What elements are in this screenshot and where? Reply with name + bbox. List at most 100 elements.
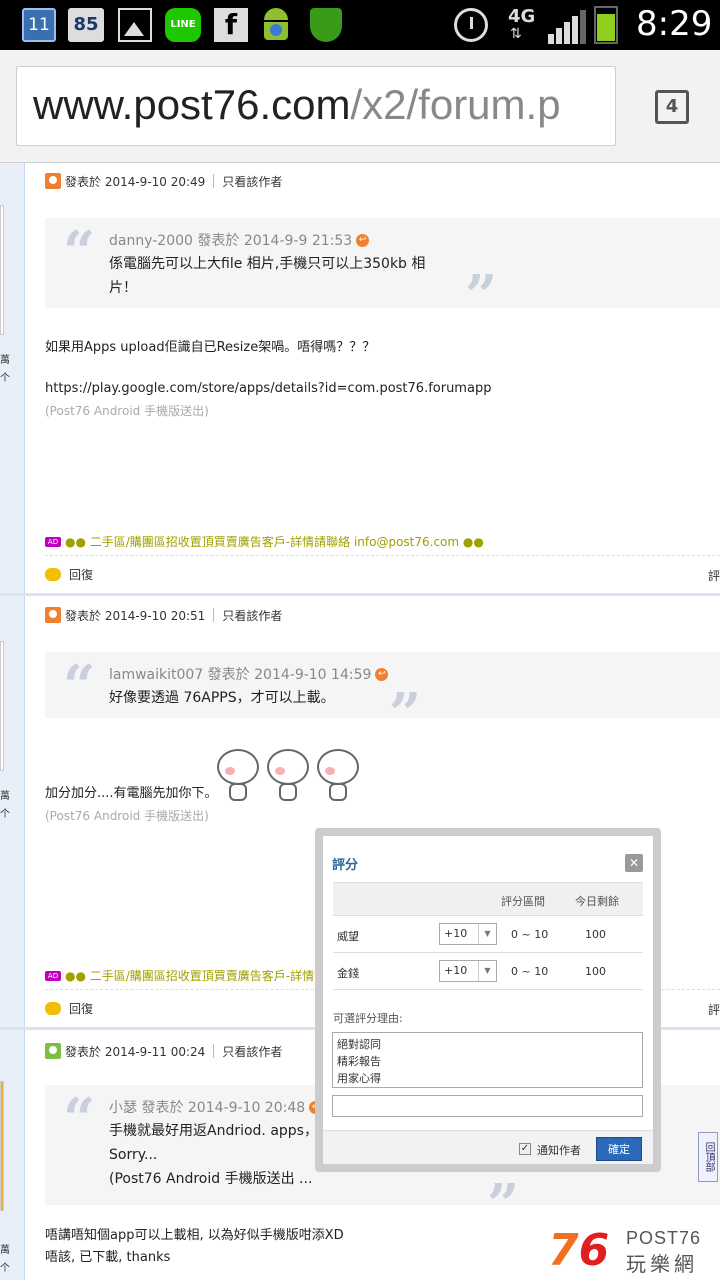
rating-range: 0 ~ 10 bbox=[511, 965, 549, 978]
range-column-header: 評分區間 bbox=[501, 895, 545, 908]
status-bar: 11 85 LINE f 4G ⇅ 8:29 bbox=[0, 0, 720, 50]
rating-row-money: 金錢 +10 ▼ 0 ~ 10 100 bbox=[333, 953, 643, 990]
open-quote-icon: “ bbox=[63, 219, 96, 285]
reason-list[interactable]: 絕對認同 精彩報告 用家心得 bbox=[332, 1032, 643, 1088]
reply-icon bbox=[45, 1002, 61, 1015]
notify-author-checkbox[interactable]: ✓ bbox=[519, 1143, 531, 1155]
dialog-title: 評分 bbox=[332, 858, 359, 873]
android-update-icon bbox=[260, 8, 292, 42]
emoji-sticker bbox=[315, 749, 363, 801]
emoji-sticker bbox=[215, 749, 263, 801]
gallery-notification-icon bbox=[118, 8, 152, 42]
avatar bbox=[0, 641, 4, 771]
calendar-notification-icon: 11 bbox=[22, 8, 56, 42]
user-icon bbox=[45, 173, 61, 189]
rate-button[interactable]: 評 bbox=[708, 1001, 720, 1018]
ad-banner[interactable]: AD ●● 二手區/購團區招收置頂買賣廣告客戶-詳情請聯絡 info@post76… bbox=[45, 533, 484, 550]
sent-from: (Post76 Android 手機版送出) bbox=[45, 809, 209, 823]
remaining-column-header: 今日剩餘 bbox=[575, 895, 619, 908]
chevron-down-icon: ▼ bbox=[478, 924, 496, 944]
battery-icon bbox=[594, 6, 618, 44]
post: 發表於 2014-9-10 20:49 只看該作者 “ danny-2000 發… bbox=[25, 163, 720, 593]
post-time: 發表於 2014-9-11 00:24 bbox=[65, 1044, 206, 1059]
data-arrows-icon: ⇅ bbox=[510, 26, 522, 42]
clock-time: 8:29 bbox=[636, 4, 713, 44]
user-meta: 萬 bbox=[0, 791, 10, 802]
quote-text: 手機就最好用返Andriod. apps，iF bbox=[109, 1123, 330, 1139]
quote-author: danny-2000 發表於 2014-9-9 21:53 ↩ bbox=[109, 230, 370, 250]
avatar bbox=[0, 1081, 4, 1211]
post-text: 加分加分....有電腦先加你下。 bbox=[45, 786, 218, 801]
post-text: 唔講唔知個app可以上載相, 以為好似手機版咁添XD bbox=[45, 1228, 344, 1243]
rating-remaining: 100 bbox=[585, 965, 606, 978]
close-quote-icon: ” bbox=[487, 1172, 520, 1238]
quote-text: 好像要透過 76APPS，才可以上載。 bbox=[109, 690, 335, 706]
confirm-button[interactable]: 確定 bbox=[596, 1137, 642, 1161]
jump-to-quote-icon[interactable]: ↩ bbox=[375, 667, 389, 681]
close-icon[interactable]: ✕ bbox=[625, 854, 643, 872]
quote-block: “ danny-2000 發表於 2014-9-9 21:53 ↩ 係電腦先可以上… bbox=[45, 218, 720, 324]
sent-from: (Post76 Android 手機版送出) bbox=[45, 404, 209, 418]
ad-icon: AD bbox=[45, 536, 61, 547]
user-meta: 个 bbox=[0, 373, 10, 384]
post-header: 發表於 2014-9-11 00:24 只看該作者 bbox=[45, 1041, 282, 1061]
user-icon bbox=[45, 607, 61, 623]
back-to-top-button[interactable]: 回頂部 bbox=[698, 1132, 718, 1182]
only-author-link[interactable]: 只看該作者 bbox=[222, 607, 282, 624]
rating-dialog-panel: 評分 ✕ 評分區間 今日剩餘 威望 +10 ▼ 0 ~ 10 100 金錢 +10… bbox=[323, 836, 653, 1164]
reason-option[interactable]: 絕對認同 bbox=[337, 1036, 638, 1053]
quote-text: 係電腦先可以上大file 相片,手機只可以上350kb 相 bbox=[109, 256, 426, 272]
open-quote-icon: “ bbox=[63, 653, 96, 719]
reason-label: 可選評分理由: bbox=[333, 1012, 403, 1025]
logo-chinese-text: 玩樂網 bbox=[626, 1252, 698, 1276]
rate-button[interactable]: 評 bbox=[708, 567, 720, 584]
jump-to-quote-icon[interactable]: ↩ bbox=[356, 233, 370, 247]
tabs-button[interactable]: 4 bbox=[655, 90, 689, 124]
close-quote-icon: ” bbox=[389, 681, 422, 747]
only-author-link[interactable]: 只看該作者 bbox=[222, 173, 282, 190]
post-header: 發表於 2014-9-10 20:49 只看該作者 bbox=[45, 171, 282, 191]
quote-author: lamwaikit007 發表於 2014-9-10 14:59 ↩ bbox=[109, 664, 389, 684]
rating-table-header: 評分區間 今日剩餘 bbox=[333, 882, 643, 916]
reason-option[interactable]: 用家心得 bbox=[337, 1070, 638, 1087]
post-time: 發表於 2014-9-10 20:51 bbox=[65, 608, 206, 623]
rating-remaining: 100 bbox=[585, 928, 606, 941]
rating-row-prestige: 威望 +10 ▼ 0 ~ 10 100 bbox=[333, 916, 643, 953]
quote-text: (Post76 Android 手機版送出 ... bbox=[109, 1171, 313, 1187]
reason-input[interactable] bbox=[332, 1095, 643, 1117]
quote-author: 小瑟 發表於 2014-9-10 20:48↩ bbox=[109, 1097, 323, 1117]
divider bbox=[45, 555, 720, 556]
chevron-down-icon: ▼ bbox=[478, 961, 496, 981]
quote-text: 片！ bbox=[109, 280, 137, 296]
rating-label: 威望 bbox=[337, 930, 359, 943]
reply-button[interactable]: 回復 bbox=[45, 566, 93, 583]
post-link[interactable]: https://play.google.com/store/apps/detai… bbox=[45, 378, 491, 400]
post-header: 發表於 2014-9-10 20:51 只看該作者 bbox=[45, 605, 282, 625]
ad-banner[interactable]: AD ●● 二手區/購團區招收置頂買賣廣告客戶-詳情請聯絡 bbox=[45, 967, 350, 984]
left-user-column: 萬 个 萬 个 萬 个 bbox=[0, 163, 25, 1280]
reply-icon bbox=[45, 568, 61, 581]
badge-notification-icon: 85 bbox=[68, 8, 104, 42]
logo-post76-text: POST76 bbox=[626, 1228, 702, 1248]
only-author-link[interactable]: 只看該作者 bbox=[222, 1043, 282, 1060]
quote-text: Sorry... bbox=[109, 1147, 158, 1163]
logo-76: 76 bbox=[548, 1225, 610, 1276]
quote-block: “ lamwaikit007 發表於 2014-9-10 14:59 ↩ 好像要透… bbox=[45, 652, 720, 742]
rating-dialog: 評分 ✕ 評分區間 今日剩餘 威望 +10 ▼ 0 ~ 10 100 金錢 +10… bbox=[315, 828, 661, 1172]
url-path: /x2/forum.p bbox=[350, 81, 561, 128]
post-text: 如果用Apps upload佢識自已Resize架喎。唔得嗎？？？ bbox=[45, 340, 376, 355]
alarm-clock-icon bbox=[454, 8, 488, 42]
prestige-score-select[interactable]: +10 ▼ bbox=[439, 923, 497, 945]
reason-option[interactable]: 精彩報告 bbox=[337, 1053, 638, 1070]
facebook-icon: f bbox=[214, 8, 248, 42]
url-input[interactable]: www.post76.com/x2/forum.p bbox=[16, 66, 616, 146]
user-meta: 个 bbox=[0, 1263, 10, 1274]
user-icon bbox=[45, 1043, 61, 1059]
ad-icon: AD bbox=[45, 970, 61, 981]
close-quote-icon: ” bbox=[465, 263, 498, 329]
browser-toolbar: www.post76.com/x2/forum.p 4 bbox=[0, 50, 720, 163]
post76-logo: 76 POST76 玩樂網 bbox=[548, 1226, 720, 1280]
reply-button[interactable]: 回復 bbox=[45, 1000, 93, 1017]
money-score-select[interactable]: +10 ▼ bbox=[439, 960, 497, 982]
rating-label: 金錢 bbox=[337, 967, 359, 980]
